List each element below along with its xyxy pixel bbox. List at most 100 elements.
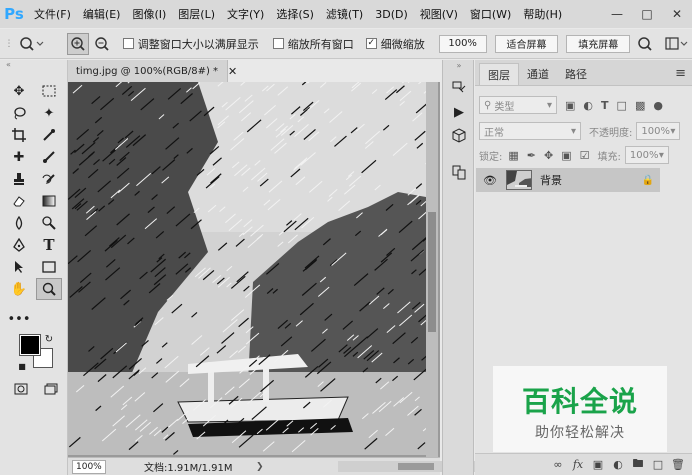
filter-adjustment-icon[interactable]: ◐ <box>583 99 593 112</box>
hand-tool-icon[interactable]: ✋ <box>6 278 32 300</box>
type-tool-icon[interactable]: T <box>36 234 62 256</box>
vertical-scrollbar-thumb[interactable] <box>428 212 436 332</box>
tab-layers[interactable]: 图层 <box>479 63 519 85</box>
zoom-all-windows-checkbox[interactable]: 缩放所有窗口 <box>272 36 354 52</box>
lock-transparent-icon[interactable]: ▦ <box>508 149 518 162</box>
vertical-scrollbar[interactable] <box>426 82 438 457</box>
tools-collapse-icon[interactable]: « <box>0 60 67 70</box>
new-adjustment-layer-icon[interactable]: ◐ <box>608 458 628 471</box>
more-tools-icon[interactable]: ••• <box>6 308 32 330</box>
fit-screen-button[interactable]: 适合屏幕 <box>494 34 559 53</box>
move-tool-icon[interactable]: ✥ <box>6 80 32 102</box>
layer-filter-select[interactable]: ⚲ 类型 ▾ <box>479 96 557 114</box>
zoom-tool-icon[interactable] <box>36 278 62 300</box>
layer-lock-icon[interactable]: 🔒 <box>642 175 654 186</box>
menu-edit[interactable]: 编辑(E) <box>77 6 127 22</box>
delete-layer-icon[interactable]: 🗑 <box>668 458 688 471</box>
zoom-all-windows-checkbox-box[interactable] <box>272 38 284 49</box>
marquee-tool-icon[interactable] <box>36 80 62 102</box>
blur-tool-icon[interactable] <box>6 212 32 234</box>
scrubby-zoom-label: 细微缩放 <box>380 37 425 51</box>
resize-windows-checkbox-box[interactable] <box>122 38 134 49</box>
tab-paths[interactable]: 路径 <box>557 63 595 85</box>
layer-visibility-eye-icon[interactable]: 👁 <box>480 174 500 187</box>
history-brush-tool-icon[interactable] <box>36 168 62 190</box>
menu-view[interactable]: 视图(V) <box>414 6 464 22</box>
lock-position-icon[interactable]: ✥ <box>544 149 553 162</box>
scrubby-zoom-checkbox[interactable]: ✓ 细微缩放 <box>365 36 425 52</box>
lock-artboard-icon[interactable]: ▣ <box>561 149 571 162</box>
minimize-icon[interactable]: — <box>602 0 632 28</box>
search-icon[interactable] <box>634 33 656 55</box>
filter-toggle-icon[interactable]: ● <box>653 99 663 112</box>
filter-type-icon[interactable]: T <box>601 99 609 112</box>
eyedropper-tool-icon[interactable] <box>36 124 62 146</box>
menu-layer[interactable]: 图层(L) <box>172 6 221 22</box>
dodge-tool-icon[interactable] <box>36 212 62 234</box>
menu-3d[interactable]: 3D(D) <box>369 8 414 21</box>
zoom-value-field[interactable]: 100% <box>438 34 487 53</box>
healing-brush-tool-icon[interactable]: ✚ <box>6 146 32 168</box>
status-menu-arrow-icon[interactable]: ❯ <box>256 462 264 472</box>
history-panel-icon[interactable] <box>449 78 469 98</box>
workspace-icon[interactable] <box>662 33 692 55</box>
pen-tool-icon[interactable] <box>6 234 32 256</box>
quick-mask-icon[interactable] <box>8 378 34 400</box>
rectangle-tool-icon[interactable] <box>36 256 62 278</box>
menu-type[interactable]: 文字(Y) <box>221 6 270 22</box>
filter-smart-object-icon[interactable]: ▩ <box>635 99 645 112</box>
zoom-out-icon[interactable] <box>91 33 113 55</box>
link-layers-icon[interactable]: ∞ <box>548 458 568 471</box>
status-zoom-field[interactable]: 100% <box>72 459 106 474</box>
eraser-tool-icon[interactable] <box>6 190 32 212</box>
add-mask-icon[interactable]: ▣ <box>588 458 608 471</box>
new-layer-icon[interactable]: □ <box>648 458 668 471</box>
3d-panel-icon[interactable] <box>449 126 469 146</box>
path-selection-tool-icon[interactable] <box>6 256 32 278</box>
resize-windows-checkbox[interactable]: 调整窗口大小以满屏显示 <box>122 36 259 52</box>
lasso-tool-icon[interactable] <box>6 102 32 124</box>
new-group-icon[interactable]: 🖿 <box>628 455 648 474</box>
layer-row-background[interactable]: 👁 背景 🔒 <box>476 168 660 192</box>
brush-tool-icon[interactable] <box>36 146 62 168</box>
watermark-subtitle: 助你轻松解决 <box>535 425 625 441</box>
maximize-icon[interactable]: □ <box>632 0 662 28</box>
filter-shape-icon[interactable]: □ <box>617 99 627 112</box>
image-canvas[interactable] <box>68 82 426 455</box>
actions-panel-icon[interactable]: ▶ <box>449 102 469 122</box>
close-icon[interactable]: ✕ <box>662 0 692 28</box>
menu-window[interactable]: 窗口(W) <box>464 6 517 22</box>
strip-collapse-icon[interactable]: » <box>449 60 469 70</box>
foreground-color-swatch[interactable] <box>19 334 41 356</box>
fill-screen-button[interactable]: 填充屏幕 <box>566 34 631 53</box>
menu-help[interactable]: 帮助(H) <box>517 6 568 22</box>
scrubby-zoom-checkbox-box[interactable]: ✓ <box>365 38 377 49</box>
magic-wand-tool-icon[interactable]: ✦ <box>36 102 62 124</box>
properties-panel-icon[interactable] <box>449 162 469 182</box>
menu-select[interactable]: 选择(S) <box>270 6 320 22</box>
fill-field[interactable]: 100% ▾ <box>624 146 669 164</box>
screen-mode-icon[interactable] <box>38 378 64 400</box>
default-colors-icon[interactable]: ■ <box>16 360 28 372</box>
menu-image[interactable]: 图像(I) <box>126 6 172 22</box>
blend-mode-select[interactable]: 正常 ▾ <box>479 122 581 140</box>
layer-style-icon[interactable]: fx <box>568 458 588 471</box>
tab-channels[interactable]: 通道 <box>519 63 557 85</box>
lock-pixels-icon[interactable]: ✒ <box>527 149 536 162</box>
grip-icon[interactable]: ⋮ <box>3 33 15 55</box>
panel-menu-icon[interactable]: ≡ <box>675 66 686 81</box>
zoom-in-icon[interactable] <box>66 32 89 55</box>
crop-tool-icon[interactable] <box>6 124 32 146</box>
horizontal-scrollbar-thumb[interactable] <box>398 463 434 470</box>
zoom-tool-preset-icon[interactable] <box>15 33 49 55</box>
menu-filter[interactable]: 滤镜(T) <box>320 6 369 22</box>
menu-file[interactable]: 文件(F) <box>28 6 77 22</box>
clone-stamp-tool-icon[interactable] <box>6 168 32 190</box>
gradient-tool-icon[interactable] <box>36 190 62 212</box>
close-document-icon[interactable]: ✕ <box>228 65 237 78</box>
filter-pixel-icon[interactable]: ▣ <box>565 99 575 112</box>
document-tab[interactable]: timg.jpg @ 100%(RGB/8#) * ✕ <box>68 60 237 82</box>
opacity-field[interactable]: 100% ▾ <box>636 122 681 140</box>
lock-all-icon[interactable]: ☑ <box>580 149 590 162</box>
swap-colors-icon[interactable]: ↻ <box>42 332 56 346</box>
